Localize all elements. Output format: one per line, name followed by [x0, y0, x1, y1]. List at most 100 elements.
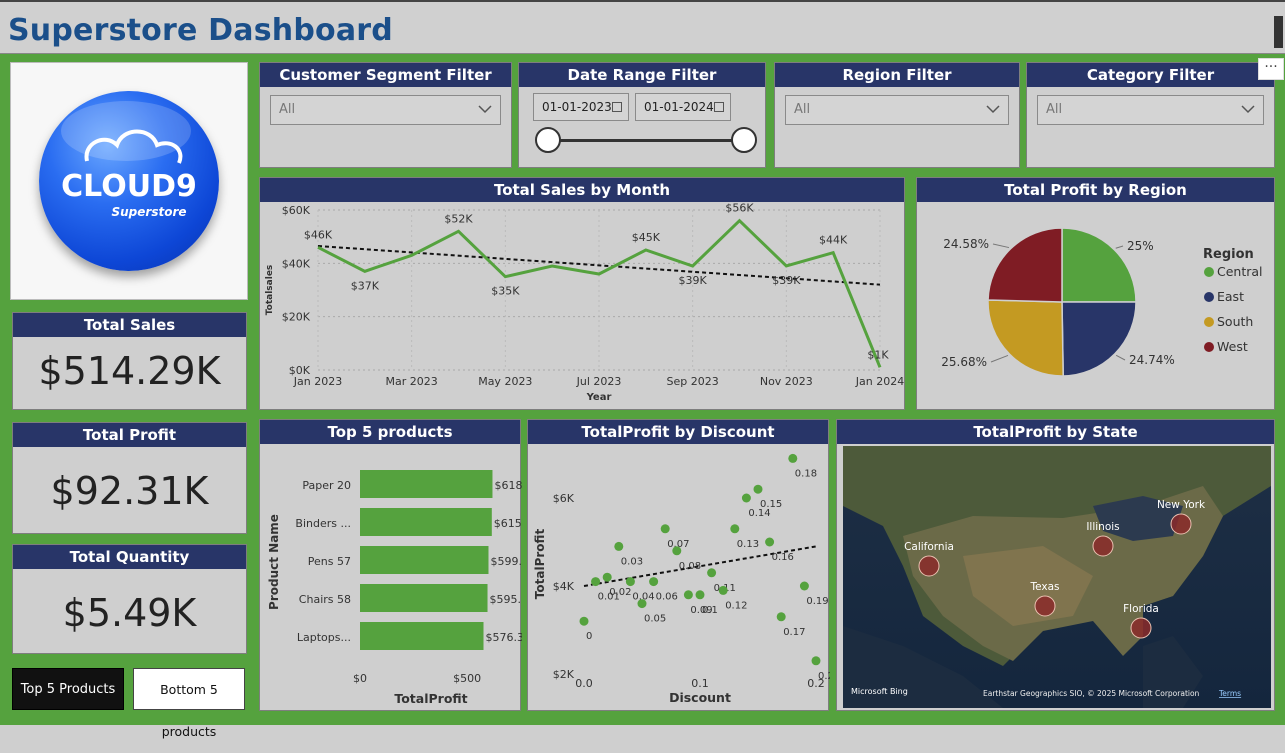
scatter-point: [765, 537, 775, 547]
data-label: $39K: [679, 274, 708, 287]
region-pie-chart: 25% 24.74% 25.68% 24.58% Region Central East So…: [941, 227, 1263, 377]
scatter-point: [788, 453, 798, 463]
pie-slice-south: [987, 299, 1064, 377]
scatter-point: [776, 612, 786, 622]
legend-item: West: [1217, 339, 1248, 354]
bar-category-label: Laptops...: [297, 631, 351, 644]
point-label: 0.03: [621, 556, 643, 567]
calendar-icon[interactable]: [612, 102, 622, 112]
pie-slice-east: [1061, 301, 1137, 377]
kpi-label: Total Profit: [13, 423, 246, 447]
bar: [360, 470, 493, 498]
title-bar: Superstore Dashboard: [0, 0, 1285, 54]
bar-category-label: Chairs 58: [299, 593, 351, 606]
more-options-button[interactable]: ···: [1258, 58, 1284, 80]
category-dropdown[interactable]: All: [1037, 95, 1264, 125]
kpi-label: Total Sales: [13, 313, 246, 337]
bar-value-label: $615.07: [494, 517, 522, 530]
state-bubble: [918, 555, 940, 577]
point-label: 0.13: [737, 539, 759, 550]
chevron-down-icon: [1241, 105, 1255, 114]
x-axis-title: Year: [586, 392, 612, 403]
pie-data-label: 25%: [1127, 239, 1154, 253]
scatter-point: [718, 585, 728, 595]
x-tick-label: Jan 2023: [293, 375, 342, 388]
kpi-total-sales: Total Sales $514.29K: [12, 312, 247, 410]
x-tick-label: $0: [353, 672, 367, 685]
map-terms-link[interactable]: Terms: [1218, 689, 1241, 698]
kpi-value: $514.29K: [38, 349, 221, 393]
bar: [360, 508, 492, 536]
page-title: Superstore Dashboard: [8, 13, 393, 48]
point-label: 0.18: [795, 468, 817, 479]
y-tick-label: $60K: [282, 204, 311, 217]
scatter-point: [660, 524, 670, 534]
data-label: $37K: [351, 279, 380, 292]
region-filter: Region Filter All: [774, 62, 1020, 168]
category-filter: Category Filter All: [1026, 62, 1275, 168]
scatter-point: [799, 581, 809, 591]
x-tick-label: 0.0: [575, 677, 593, 690]
bar: [360, 622, 484, 650]
calendar-icon[interactable]: [714, 102, 724, 112]
date-slider-track[interactable]: [547, 139, 745, 142]
date-slider-end-handle[interactable]: [731, 127, 757, 153]
point-label: 0.12: [725, 600, 747, 611]
kpi-value: $92.31K: [50, 469, 209, 513]
scatter-point: [707, 568, 717, 578]
data-label: $45K: [632, 231, 661, 244]
start-date-input[interactable]: 01-01-2023: [533, 93, 629, 121]
end-date-value: 01-01-2024: [644, 100, 714, 114]
bar: [360, 584, 488, 612]
region-dropdown[interactable]: All: [785, 95, 1009, 125]
x-axis-title: TotalProfit: [394, 691, 467, 706]
profit-by-state-card: TotalProfit by State California Illinois N…: [836, 419, 1275, 711]
y-axis-title: TotalProfit: [533, 529, 547, 600]
scatter-point: [591, 577, 601, 587]
scatter-point: [811, 656, 821, 666]
segment-dropdown[interactable]: All: [270, 95, 501, 125]
state-label: Florida: [1123, 603, 1159, 615]
logo-sub-text: Superstore: [111, 205, 186, 219]
us-map[interactable]: California Illinois New York Texas Florida M…: [843, 446, 1271, 708]
end-date-input[interactable]: 01-01-2024: [635, 93, 731, 121]
sales-by-month-card: Total Sales by Month $0K $20K $40K $60K Jan …: [259, 177, 905, 410]
scatter-point: [741, 493, 751, 503]
data-label: $56K: [725, 202, 754, 215]
point-label: 0.06: [656, 592, 678, 603]
bar-value-label: $595.11: [490, 593, 522, 606]
discount-scatter-chart: $2K $4K $6K 0.0 0.1 0.2 Discount TotalProfit 0 0.…: [533, 453, 830, 705]
scatter-point: [625, 577, 635, 587]
legend-item: Central: [1217, 264, 1263, 279]
x-tick-label: Jul 2023: [576, 375, 622, 388]
scatter-point: [579, 616, 589, 626]
legend-item: East: [1217, 289, 1244, 304]
y-tick-label: $2K: [553, 668, 575, 681]
scatter-point: [637, 599, 647, 609]
top5-products-button[interactable]: Top 5 Products: [12, 668, 124, 710]
leader-line: [992, 243, 1010, 249]
logo-card: CLOUD9 Superstore: [10, 62, 248, 300]
scrollbar-thumb[interactable]: [1274, 16, 1283, 48]
pie-data-label: 24.74%: [1129, 353, 1175, 367]
data-label: $1K: [867, 348, 889, 361]
scatter-point: [649, 577, 659, 587]
y-tick-label: $20K: [282, 311, 311, 324]
bottom5-products-button[interactable]: Bottom 5 products: [133, 668, 245, 739]
y-tick-label: $4K: [553, 580, 575, 593]
legend-title: Region: [1203, 247, 1254, 262]
data-label: $35K: [491, 285, 520, 298]
bar: [360, 546, 489, 574]
pie-slice-west: [987, 227, 1063, 303]
state-bubble: [1170, 513, 1192, 535]
pie-slice-central: [1061, 227, 1137, 303]
state-label: Illinois: [1086, 521, 1119, 533]
pie-data-label: 25.68%: [941, 355, 987, 369]
filter-label: Category Filter: [1027, 63, 1274, 87]
data-label: $39K: [772, 274, 801, 287]
x-tick-label: May 2023: [478, 375, 532, 388]
logo-brand-text: CLOUD9: [61, 169, 197, 204]
state-bubble: [1034, 595, 1056, 617]
date-slider-start-handle[interactable]: [535, 127, 561, 153]
filter-label: Customer Segment Filter: [260, 63, 511, 87]
